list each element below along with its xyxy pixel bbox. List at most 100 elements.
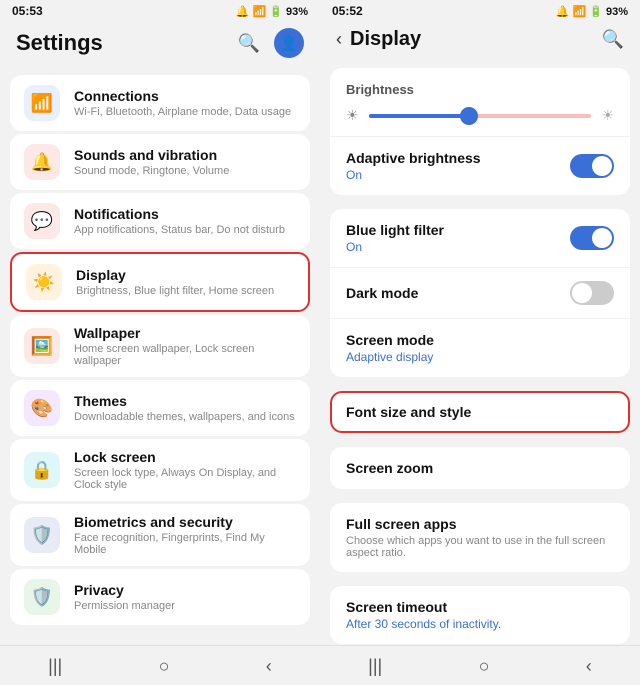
left-status-bar: 05:53 🔔 📶 🔋 93% (0, 0, 320, 20)
divider-2 (320, 380, 640, 388)
biometrics-subtitle: Face recognition, Fingerprints, Find My … (74, 532, 296, 556)
avatar[interactable]: 👤 (274, 28, 304, 58)
filter-section: Blue light filter On Dark mode S (330, 209, 630, 377)
sounds-subtitle: Sound mode, Ringtone, Volume (74, 165, 296, 177)
adaptive-brightness-title: Adaptive brightness (346, 150, 481, 166)
sounds-title: Sounds and vibration (74, 147, 296, 163)
biometrics-title: Biometrics and security (74, 514, 296, 530)
connections-icon: 📶 (24, 85, 60, 121)
brightness-thumb[interactable] (460, 107, 478, 125)
left-bottom-nav: ||| ○ ‹ (0, 645, 320, 685)
settings-item-privacy[interactable]: 🛡️ Privacy Permission manager (10, 569, 310, 625)
divider-4 (320, 492, 640, 500)
display-subtitle: Brightness, Blue light filter, Home scre… (76, 285, 294, 297)
screen-zoom-row[interactable]: Screen zoom (330, 447, 630, 489)
lockscreen-subtitle: Screen lock type, Always On Display, and… (74, 467, 296, 491)
settings-item-themes[interactable]: 🎨 Themes Downloadable themes, wallpapers… (10, 380, 310, 436)
brightness-section: Brightness ☀ ☀ Adaptive brightness On (330, 68, 630, 195)
right-recent-button[interactable]: ||| (368, 656, 382, 677)
right-time: 05:52 (332, 4, 363, 18)
dark-mode-row: Dark mode (330, 267, 630, 318)
search-icon-right[interactable]: 🔍 (602, 29, 624, 50)
settings-item-lockscreen[interactable]: 🔒 Lock screen Screen lock type, Always O… (10, 439, 310, 501)
battery-icon-right: 🔋 93% (589, 5, 628, 18)
font-size-row[interactable]: Font size and style (330, 391, 630, 433)
settings-item-biometrics[interactable]: 🛡️ Biometrics and security Face recognit… (10, 504, 310, 566)
themes-subtitle: Downloadable themes, wallpapers, and ico… (74, 411, 296, 423)
lockscreen-icon: 🔒 (24, 452, 60, 488)
settings-item-wallpaper[interactable]: 🖼️ Wallpaper Home screen wallpaper, Lock… (10, 315, 310, 377)
battery-icon: 🔋 93% (269, 5, 308, 18)
wallpaper-subtitle: Home screen wallpaper, Lock screen wallp… (74, 343, 296, 367)
left-panel: 05:53 🔔 📶 🔋 93% Settings 🔍 👤 📶 Connectio… (0, 0, 320, 685)
header-icons: 🔍 👤 (238, 28, 304, 58)
blue-light-toggle[interactable] (570, 226, 614, 250)
display-title: Display (76, 267, 294, 283)
adaptive-brightness-subtitle: On (346, 168, 481, 182)
screen-mode-row[interactable]: Screen mode Adaptive display (330, 318, 630, 377)
divider-1 (320, 198, 640, 206)
right-home-button[interactable]: ○ (479, 656, 490, 677)
notifications-icon: 💬 (24, 203, 60, 239)
adaptive-brightness-toggle-thumb (592, 156, 612, 176)
screen-timeout-title: Screen timeout (346, 599, 614, 615)
themes-title: Themes (74, 393, 296, 409)
divider-5 (320, 575, 640, 583)
settings-item-display[interactable]: ☀️ Display Brightness, Blue light filter… (10, 252, 310, 312)
right-app-header: ‹ Display 🔍 (320, 20, 640, 61)
blue-light-filter-row: Blue light filter On (330, 209, 630, 267)
adaptive-brightness-toggle[interactable] (570, 154, 614, 178)
dark-mode-toggle-thumb (572, 283, 592, 303)
full-screen-row[interactable]: Full screen apps Choose which apps you w… (330, 503, 630, 572)
wallpaper-icon: 🖼️ (24, 328, 60, 364)
connections-subtitle: Wi-Fi, Bluetooth, Airplane mode, Data us… (74, 106, 296, 118)
full-screen-subtitle: Choose which apps you want to use in the… (346, 535, 614, 559)
right-status-bar: 05:52 🔔 📶 🔋 93% (320, 0, 640, 20)
settings-item-notifications[interactable]: 💬 Notifications App notifications, Statu… (10, 193, 310, 249)
wallpaper-title: Wallpaper (74, 325, 296, 341)
brightness-max-icon: ☀ (601, 107, 614, 124)
dark-mode-toggle[interactable] (570, 281, 614, 305)
settings-title: Settings (16, 30, 103, 56)
home-button[interactable]: ○ (159, 656, 170, 677)
right-back-button[interactable]: ‹ (586, 656, 592, 677)
dark-mode-title: Dark mode (346, 285, 418, 301)
display-icon: ☀️ (26, 264, 62, 300)
connections-title: Connections (74, 88, 296, 104)
signal-icon: 📶 (253, 5, 267, 18)
screen-timeout-row[interactable]: Screen timeout After 30 seconds of inact… (330, 586, 630, 644)
right-panel: 05:52 🔔 📶 🔋 93% ‹ Display 🔍 Brightness ☀ (320, 0, 640, 685)
display-list: Brightness ☀ ☀ Adaptive brightness On (320, 61, 640, 645)
blue-light-title: Blue light filter (346, 222, 444, 238)
notifications-subtitle: App notifications, Status bar, Do not di… (74, 224, 296, 236)
blue-light-subtitle: On (346, 240, 444, 254)
right-bottom-nav: ||| ○ ‹ (320, 645, 640, 685)
left-app-header: Settings 🔍 👤 (0, 20, 320, 68)
notifications-title: Notifications (74, 206, 296, 222)
brightness-slider[interactable] (369, 114, 592, 118)
themes-icon: 🎨 (24, 390, 60, 426)
divider-3 (320, 436, 640, 444)
left-status-icons: 🔔 📶 🔋 93% (236, 5, 308, 18)
back-button[interactable]: ‹ (266, 656, 272, 677)
blue-light-toggle-thumb (592, 228, 612, 248)
lockscreen-title: Lock screen (74, 449, 296, 465)
right-status-icons: 🔔 📶 🔋 93% (556, 5, 628, 18)
recent-apps-button[interactable]: ||| (48, 656, 62, 677)
search-icon[interactable]: 🔍 (238, 33, 260, 54)
back-arrow-icon[interactable]: ‹ (336, 29, 342, 50)
brightness-row: ☀ ☀ (346, 107, 614, 124)
settings-item-connections[interactable]: 📶 Connections Wi-Fi, Bluetooth, Airplane… (10, 75, 310, 131)
screen-timeout-subtitle: After 30 seconds of inactivity. (346, 617, 614, 631)
settings-item-sounds[interactable]: 🔔 Sounds and vibration Sound mode, Ringt… (10, 134, 310, 190)
adaptive-brightness-row: Adaptive brightness On (330, 136, 630, 195)
screen-zoom-title: Screen zoom (346, 460, 614, 476)
notification-icon: 🔔 (236, 5, 250, 18)
display-title: Display (350, 28, 421, 51)
sounds-icon: 🔔 (24, 144, 60, 180)
privacy-icon: 🛡️ (24, 579, 60, 615)
left-time: 05:53 (12, 4, 43, 18)
brightness-label: Brightness (346, 82, 614, 97)
privacy-title: Privacy (74, 582, 296, 598)
brightness-min-icon: ☀ (346, 107, 359, 124)
